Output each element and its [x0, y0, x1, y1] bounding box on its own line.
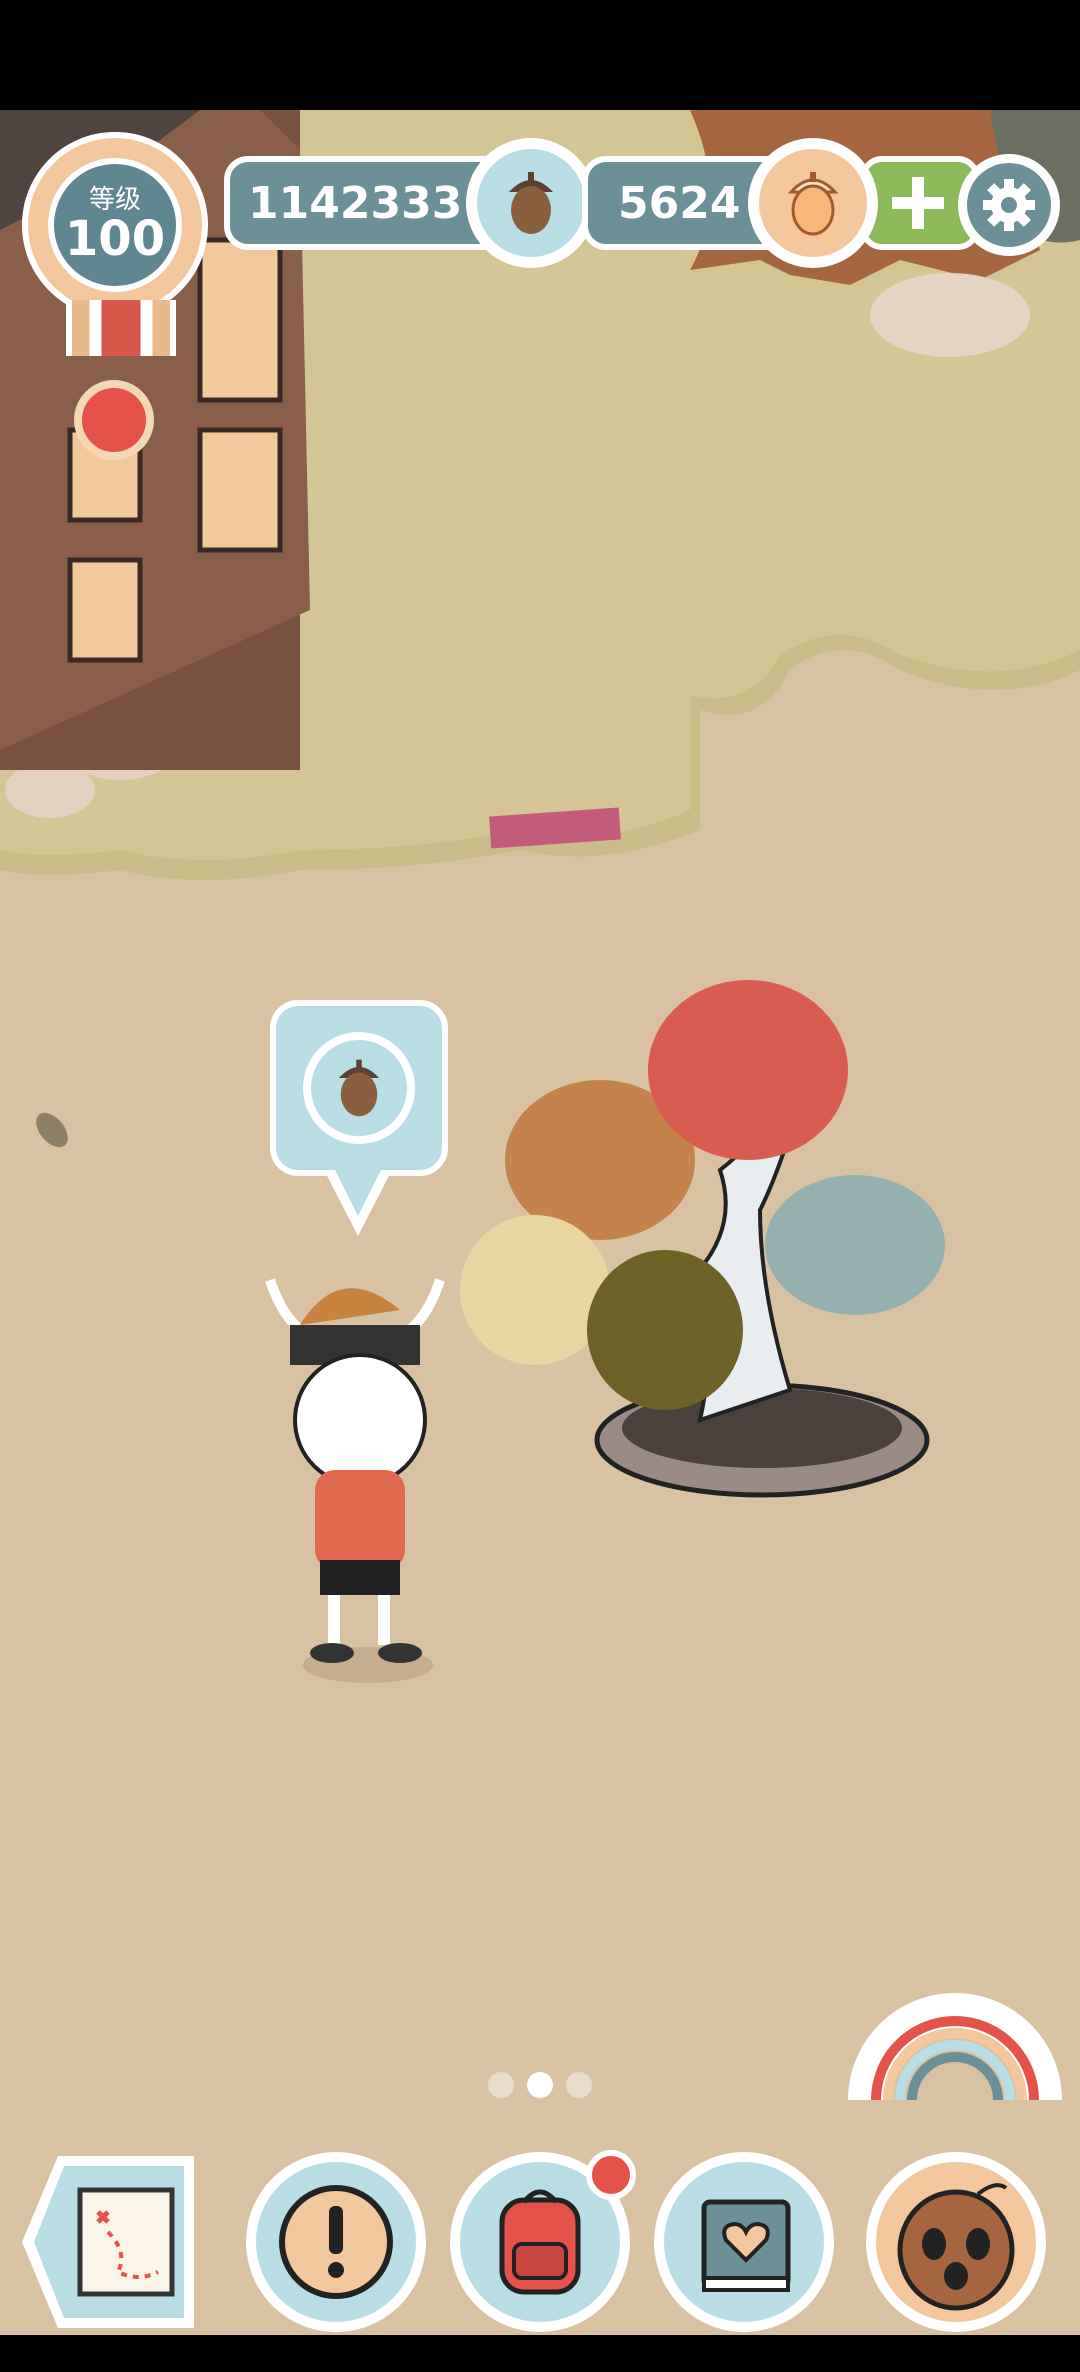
gear-icon — [983, 179, 1035, 231]
settings-button[interactable] — [958, 154, 1060, 256]
notification-badge — [586, 2150, 636, 2200]
acorn-icon — [338, 1059, 380, 1117]
rainbow-icon[interactable] — [848, 1993, 1062, 2101]
bubble-tail-inner — [332, 1164, 384, 1216]
page-dot-3[interactable] — [566, 2072, 592, 2098]
bonsai-tree[interactable] — [460, 980, 945, 1498]
status-bar — [0, 0, 1080, 110]
backpack-icon — [499, 2189, 581, 2295]
medal-icon[interactable] — [74, 380, 154, 460]
page-dot-1[interactable] — [488, 2072, 514, 2098]
golden-acorn-count: 5624 — [618, 177, 741, 229]
level-value: 100 — [64, 211, 166, 267]
map-icon — [22, 2156, 194, 2328]
exclamation-icon — [279, 2185, 393, 2299]
player-character[interactable] — [265, 1278, 445, 1683]
heart-book-button[interactable] — [654, 2152, 834, 2332]
coconut-face-icon — [897, 2183, 1015, 2311]
level-badge[interactable]: 等级 100 — [22, 132, 208, 318]
level-ribbon — [66, 300, 176, 356]
golden-acorn-icon — [787, 172, 839, 236]
page-dot-2[interactable] — [527, 2072, 553, 2098]
acorn-icon — [509, 172, 553, 234]
scene-background — [0, 110, 1080, 2101]
acorn-speech-bubble[interactable] — [270, 1000, 448, 1176]
game-scene — [0, 110, 1080, 2335]
golden-acorn-coin — [748, 138, 878, 268]
friend-button[interactable] — [866, 2152, 1046, 2332]
acorn-count: 1142333 — [248, 177, 463, 229]
alert-button[interactable] — [246, 2152, 426, 2332]
heart-book-icon — [701, 2199, 791, 2292]
acorn-coin — [466, 138, 596, 268]
level-inner: 等级 100 — [48, 158, 182, 292]
level-label: 等级 — [88, 185, 141, 215]
map-button[interactable] — [18, 2152, 198, 2332]
navigation-bar — [0, 2335, 1080, 2372]
plus-icon — [892, 177, 944, 229]
